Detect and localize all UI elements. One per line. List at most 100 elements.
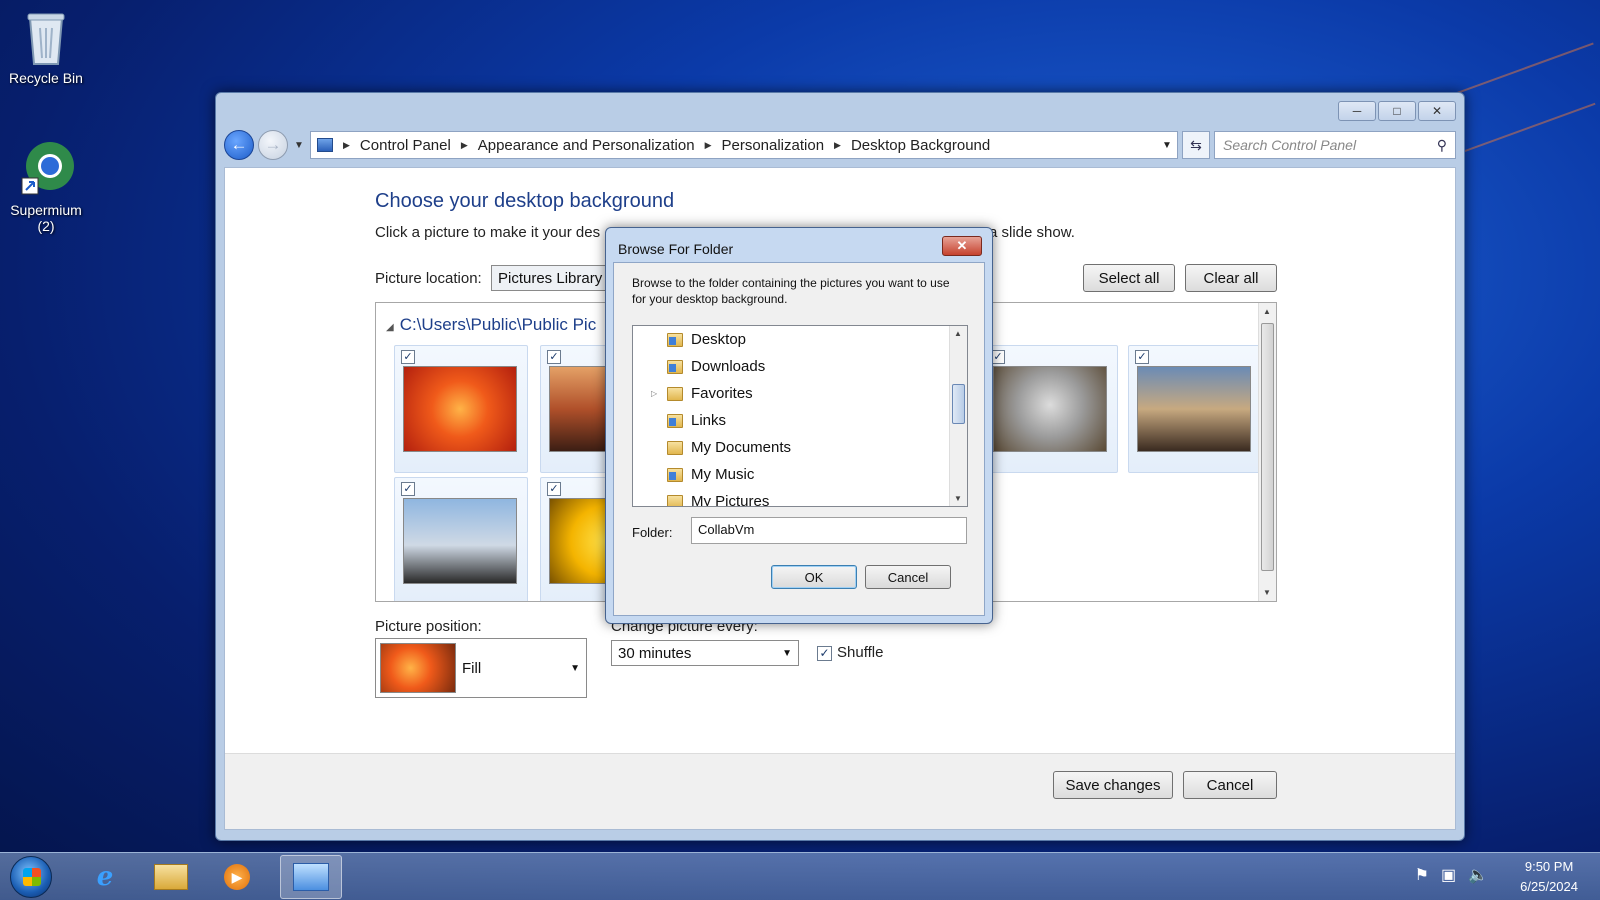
- folder-input[interactable]: CollabVm: [691, 517, 967, 544]
- change-picture-interval-select[interactable]: 30 minutes ▼: [611, 640, 799, 666]
- thumbnail-checkbox[interactable]: ✓: [547, 350, 561, 364]
- collapse-icon[interactable]: ◢: [386, 322, 394, 333]
- taskbar-explorer[interactable]: [140, 855, 202, 899]
- select-all-button[interactable]: Select all: [1083, 264, 1175, 292]
- page-description-end: a slide show.: [989, 224, 1075, 241]
- tree-item-desktop[interactable]: Desktop: [653, 326, 746, 353]
- thumbnail-checkbox[interactable]: ✓: [1135, 350, 1149, 364]
- navigation-bar: ← → ▼ ▶ Control Panel ▶ Appearance and P…: [224, 129, 1456, 161]
- tree-scroll-thumb[interactable]: [952, 384, 965, 424]
- dialog-body: Browse to the folder containing the pict…: [613, 262, 985, 616]
- tree-item-my-music[interactable]: My Music: [653, 461, 754, 488]
- ok-button[interactable]: OK: [771, 565, 857, 589]
- breadcrumb-desktop-background[interactable]: Desktop Background: [851, 137, 990, 154]
- folder-icon: [667, 386, 683, 401]
- scroll-up-icon[interactable]: ▲: [1263, 307, 1271, 316]
- forward-button[interactable]: →: [258, 130, 288, 160]
- folder-icon: [667, 332, 683, 347]
- network-icon[interactable]: ▣: [1441, 865, 1456, 885]
- back-button[interactable]: ←: [224, 130, 254, 160]
- supermium-icon: [20, 140, 74, 198]
- chevron-down-icon: ▼: [782, 647, 792, 659]
- tree-scrollbar[interactable]: ▲ ▼: [949, 326, 967, 506]
- picture-position-value: Fill: [462, 659, 482, 677]
- tree-item-label: My Music: [691, 466, 755, 483]
- desktop-icon-label: Recycle Bin: [9, 70, 83, 86]
- taskbar-internet-explorer[interactable]: e: [74, 855, 136, 899]
- desktop-icon-recycle-bin[interactable]: Recycle Bin: [0, 8, 92, 86]
- wallpaper-streak: [1444, 102, 1596, 160]
- control-panel-icon: [293, 863, 329, 891]
- thumbnail-checkbox[interactable]: ✓: [547, 482, 561, 496]
- breadcrumb-separator-icon[interactable]: ▶: [834, 140, 841, 151]
- change-picture-interval-value: 30 minutes: [618, 644, 692, 662]
- picture-location-value: Pictures Library: [498, 269, 603, 287]
- footer-bar: Save changes Cancel: [225, 753, 1455, 829]
- folder-tree: Desktop Downloads ▷ Favorites Links My D…: [632, 325, 968, 507]
- picture-position-label: Picture position:: [375, 618, 482, 635]
- address-bar[interactable]: ▶ Control Panel ▶ Appearance and Persona…: [310, 131, 1178, 159]
- start-button[interactable]: [10, 856, 52, 898]
- save-changes-button[interactable]: Save changes: [1053, 771, 1173, 799]
- taskbar-clock[interactable]: 9:50 PM 6/25/2024: [1520, 857, 1578, 897]
- taskbar-control-panel[interactable]: [280, 855, 342, 899]
- tree-item-label: Desktop: [691, 331, 747, 348]
- minimize-button[interactable]: ─: [1338, 101, 1376, 121]
- gallery-group-header[interactable]: ◢ C:\Users\Public\Public Pic: [386, 315, 596, 335]
- desktop-icon-supermium[interactable]: Supermium (2): [0, 140, 92, 234]
- scroll-down-icon[interactable]: ▼: [954, 494, 962, 503]
- wallpaper-thumbnail[interactable]: ✓: [1128, 345, 1262, 473]
- internet-explorer-icon: e: [96, 862, 114, 892]
- maximize-button[interactable]: □: [1378, 101, 1416, 121]
- breadcrumb-personalization[interactable]: Personalization: [721, 137, 824, 154]
- wallpaper-thumbnail[interactable]: ✓: [394, 477, 528, 601]
- shuffle-checkbox[interactable]: ✓: [817, 646, 832, 661]
- cancel-button[interactable]: Cancel: [1183, 771, 1277, 799]
- tree-item-links[interactable]: Links: [653, 407, 726, 434]
- breadcrumb-separator-icon[interactable]: ▶: [461, 140, 468, 151]
- dialog-cancel-button[interactable]: Cancel: [865, 565, 951, 589]
- scroll-down-icon[interactable]: ▼: [1263, 588, 1271, 597]
- thumbnail-checkbox[interactable]: ✓: [401, 350, 415, 364]
- tree-item-label: My Documents: [691, 439, 792, 456]
- gallery-path-text: C:\Users\Public\Public Pic: [399, 315, 597, 334]
- recent-pages-dropdown[interactable]: ▼: [292, 140, 306, 151]
- gallery-scrollbar[interactable]: ▲ ▼: [1258, 303, 1276, 601]
- action-center-flag-icon[interactable]: ⚑: [1415, 865, 1429, 885]
- picture-position-select[interactable]: Fill ▼: [375, 638, 587, 698]
- dialog-close-button[interactable]: ✕: [942, 236, 982, 256]
- penguins-image: [403, 498, 517, 584]
- breadcrumb-separator-icon[interactable]: ▶: [343, 140, 350, 151]
- wallpaper-thumbnail[interactable]: ✓: [394, 345, 528, 473]
- folder-icon: [154, 864, 188, 890]
- breadcrumb-appearance[interactable]: Appearance and Personalization: [478, 137, 695, 154]
- folder-label: Folder:: [632, 525, 673, 540]
- folder-icon: [667, 359, 683, 374]
- breadcrumb-control-panel[interactable]: Control Panel: [360, 137, 451, 154]
- system-tray: ⚑ ▣ 🔈: [1415, 865, 1488, 885]
- control-panel-icon: [317, 138, 333, 152]
- volume-muted-icon[interactable]: 🔈: [1468, 865, 1488, 885]
- wallpaper-thumbnail[interactable]: ✓: [984, 345, 1118, 473]
- tree-item-downloads[interactable]: Downloads: [653, 353, 765, 380]
- refresh-button[interactable]: ⇆: [1182, 131, 1210, 159]
- breadcrumb-separator-icon[interactable]: ▶: [705, 140, 712, 151]
- search-icon[interactable]: ⚲: [1437, 137, 1447, 154]
- close-button[interactable]: ✕: [1418, 101, 1456, 121]
- taskbar-media-player[interactable]: ▶: [206, 855, 268, 899]
- window-controls: ─ □ ✕: [1338, 101, 1456, 121]
- browse-for-folder-dialog: Browse For Folder ✕ Browse to the folder…: [605, 227, 993, 624]
- expand-icon[interactable]: ▷: [651, 389, 657, 398]
- thumbnail-checkbox[interactable]: ✓: [991, 350, 1005, 364]
- tree-item-favorites[interactable]: ▷ Favorites: [651, 380, 753, 407]
- tree-item-my-pictures[interactable]: My Pictures: [653, 488, 770, 507]
- gallery-scroll-thumb[interactable]: [1261, 323, 1274, 571]
- search-input[interactable]: Search Control Panel ⚲: [1214, 131, 1456, 159]
- tree-item-label: My Pictures: [691, 493, 770, 507]
- dialog-message: Browse to the folder containing the pict…: [632, 276, 950, 306]
- thumbnail-checkbox[interactable]: ✓: [401, 482, 415, 496]
- clear-all-button[interactable]: Clear all: [1185, 264, 1277, 292]
- tree-item-my-documents[interactable]: My Documents: [653, 434, 791, 461]
- scroll-up-icon[interactable]: ▲: [954, 329, 962, 338]
- address-dropdown-icon[interactable]: ▼: [1157, 140, 1177, 151]
